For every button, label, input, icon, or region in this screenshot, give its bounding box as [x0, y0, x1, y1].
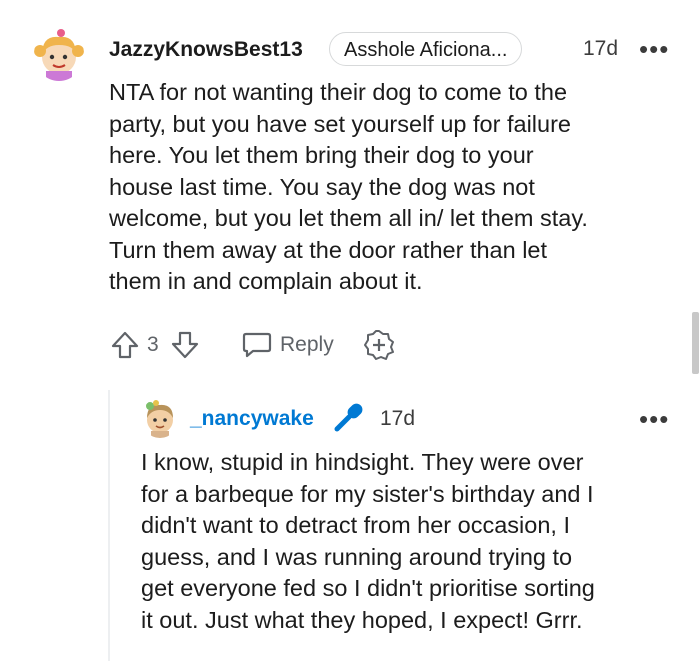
more-dots-icon[interactable]: ••• [639, 406, 669, 432]
reply-body-line: get everyone fed so I didn't prioritise … [141, 575, 595, 601]
microphone-icon [333, 401, 365, 433]
thread-line[interactable] [108, 390, 110, 661]
reply-body-line: guess, and I was running around trying t… [141, 543, 573, 570]
comment-body-line: them in and complain about it. [109, 268, 423, 294]
comment-timestamp: 17d [583, 37, 619, 60]
downvote-icon[interactable] [170, 330, 200, 360]
reply-body: I know, stupid in hindsight. They were o… [141, 447, 686, 636]
comment-body-line: Turn them away at the door rather than l… [109, 236, 548, 263]
comment-bubble-icon [241, 330, 273, 360]
award-icon[interactable] [362, 328, 396, 362]
reply-label: Reply [280, 333, 334, 356]
reply-body-line: for a barbeque for my sister's birthday … [141, 480, 594, 507]
comment-body-line: NTA for not wanting their dog to come to… [109, 79, 568, 105]
comment-body-line: house last time. You say the dog was not [109, 173, 535, 200]
comment-body-line: here. You let them bring their dog to yo… [109, 142, 534, 168]
reply-body-line: didn't want to detract from her occasion… [141, 512, 571, 538]
reply-body-line: I know, stupid in hindsight. They were o… [141, 449, 584, 475]
scrollbar-thumb[interactable] [692, 312, 699, 374]
upvote-icon[interactable] [110, 330, 140, 360]
reply-body-line: it out. Just what they hoped, I expect! … [141, 606, 583, 633]
vote-count: 3 [147, 333, 159, 356]
reply-username[interactable]: _nancywake [190, 407, 314, 431]
comment-body-line: welcome, but you let them all in/ let th… [109, 205, 588, 231]
comment-username[interactable]: JazzyKnowsBest13 [109, 38, 303, 62]
avatar[interactable] [141, 398, 179, 438]
more-dots-icon[interactable]: ••• [639, 36, 669, 62]
reply-button[interactable]: Reply [241, 330, 334, 360]
avatar[interactable] [34, 27, 84, 81]
comment-body: NTA for not wanting their dog to come to… [109, 77, 679, 298]
user-flair: Asshole Aficiona... [329, 32, 523, 66]
reply-timestamp: 17d [380, 407, 416, 430]
comment-body-line: party, but you have set yourself up for … [109, 110, 571, 137]
